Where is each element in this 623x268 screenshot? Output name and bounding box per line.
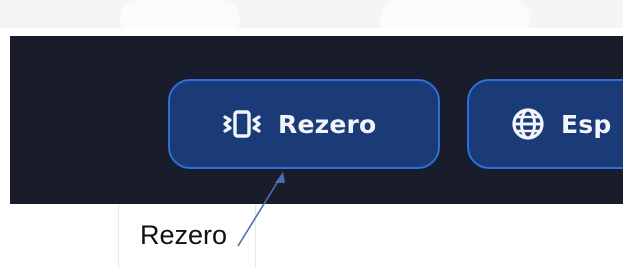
language-button-label: Esp [561,109,612,139]
screenshot-stage: Rezero Esp Rezero [0,0,623,268]
guide-line [118,204,119,268]
rezero-button-label: Rezero [278,109,377,139]
annotation-label: Rezero [140,220,228,250]
vibrate-icon [222,108,262,140]
navbar: Rezero Esp [10,36,623,204]
globe-icon [511,107,545,141]
language-button[interactable]: Esp [467,79,623,169]
strip-divider [0,28,623,36]
rezero-button[interactable]: Rezero [168,79,440,169]
guide-line [255,204,256,268]
